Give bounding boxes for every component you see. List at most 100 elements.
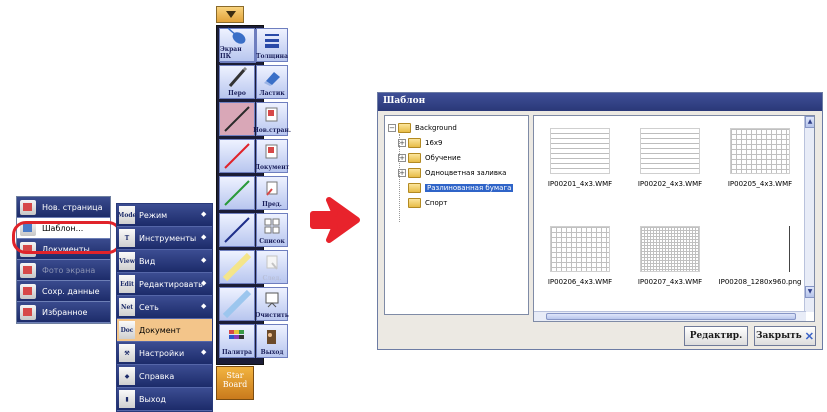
- tree-item-label: Спорт: [425, 198, 448, 207]
- menu-item-view[interactable]: View Вид ◆: [117, 250, 212, 273]
- tool-eraser[interactable]: Ластик: [256, 65, 288, 99]
- help-icon: ◆: [119, 367, 135, 385]
- edit-icon: Edit: [119, 275, 135, 293]
- tree-item-background[interactable]: − Background: [388, 120, 525, 135]
- tool-label: Палитра: [221, 349, 253, 356]
- thumbnail-image: [730, 128, 790, 174]
- tool-pen-red[interactable]: [219, 139, 255, 173]
- thumbnail-item[interactable]: IP00202_4x3.WMF: [626, 128, 714, 188]
- menu-item-label: Настройки: [139, 348, 185, 358]
- tool-label: Толщина: [256, 53, 288, 60]
- tool-pen[interactable]: Перо: [219, 65, 255, 99]
- tree-item-lined-paper[interactable]: Разлинованная бумага: [388, 180, 525, 195]
- thumbnail-item[interactable]: IP00205_4x3.WMF: [716, 128, 804, 188]
- thumbnail-image: [640, 226, 700, 272]
- submenu-arrow-icon: ◆: [201, 348, 207, 356]
- thumbnail-image: [550, 128, 610, 174]
- tool-pen-green[interactable]: [219, 176, 255, 210]
- exit-door-icon: ▮: [119, 390, 135, 408]
- folder-icon: [408, 197, 421, 208]
- save-icon: [20, 283, 36, 299]
- thumbnail-filename: IP00205_4x3.WMF: [727, 180, 793, 188]
- edit-button[interactable]: Редактир.: [684, 326, 748, 346]
- diagonal-pen-dark-icon: [220, 103, 254, 134]
- thumbnail-item[interactable]: IP00207_4x3.WMF: [626, 226, 714, 286]
- close-button[interactable]: Закрыть ✕: [754, 326, 816, 346]
- tool-pc-screen[interactable]: Экран ПК: [219, 26, 255, 62]
- tool-document[interactable]: Документ: [255, 139, 289, 173]
- menu-item-mode[interactable]: Mode Режим ◆: [117, 204, 212, 227]
- tool-next: След.: [256, 250, 288, 284]
- menu-item-document[interactable]: Doc Документ: [117, 319, 212, 342]
- thumbnail-image: [730, 226, 790, 272]
- tool-palette[interactable]: Палитра: [219, 324, 255, 358]
- collapse-icon[interactable]: −: [388, 123, 396, 132]
- submenu-item-label: Фото экрана: [42, 265, 96, 275]
- tree-item-label: Обучение: [425, 153, 461, 162]
- menu-item-label: Режим: [139, 210, 168, 220]
- vertical-scrollbar[interactable]: ▲ ▼: [804, 116, 814, 312]
- thickness-icon: [257, 29, 287, 53]
- thumbnail-item[interactable]: IP00208_1280x960.png: [716, 226, 804, 286]
- tool-exit[interactable]: Выход: [256, 324, 288, 358]
- tool-label: Экран ПК: [220, 46, 242, 60]
- starboard-button[interactable]: Star Board: [216, 366, 254, 400]
- thumbnail-item[interactable]: IP00201_4x3.WMF: [536, 128, 624, 188]
- menu-item-label: Инструменты: [139, 233, 197, 243]
- scroll-down-icon[interactable]: ▼: [805, 286, 814, 298]
- tool-thickness[interactable]: Толщина: [256, 28, 288, 62]
- menu-item-exit[interactable]: ▮ Выход: [117, 388, 212, 411]
- menu-item-edit[interactable]: Edit Редактировать ◆: [117, 273, 212, 296]
- submenu-arrow-icon: ◆: [201, 279, 207, 287]
- thumbnail-item[interactable]: IP00206_4x3.WMF: [536, 226, 624, 286]
- mouse-icon: [220, 26, 254, 46]
- submenu-item-favorites[interactable]: Избранное: [17, 302, 110, 323]
- diagonal-pen-blue-icon: [220, 214, 254, 245]
- tree-item-16x9[interactable]: + 16x9: [388, 135, 525, 150]
- tool-pen-blue[interactable]: [219, 213, 255, 247]
- menu-item-label: Вид: [139, 256, 156, 266]
- tree-item-label: 16x9: [425, 138, 443, 147]
- tools-icon: T: [119, 229, 135, 247]
- menu-item-help[interactable]: ◆ Справка: [117, 365, 212, 388]
- menu-item-settings[interactable]: ⚒ Настройки ◆: [117, 342, 212, 365]
- tree-item-education[interactable]: + Обучение: [388, 150, 525, 165]
- tool-highlighter-blue[interactable]: [219, 287, 255, 321]
- diagonal-pen-green-icon: [220, 177, 254, 208]
- menu-item-tools[interactable]: T Инструменты ◆: [117, 227, 212, 250]
- tool-highlighter-yellow[interactable]: [219, 250, 255, 284]
- main-menu: Mode Режим ◆ T Инструменты ◆ View Вид ◆ …: [116, 203, 213, 412]
- close-button-label: Закрыть: [755, 331, 802, 341]
- tool-clear[interactable]: Очистить: [255, 287, 289, 321]
- submenu-item-label: Сохр. данные: [42, 286, 100, 296]
- tool-pen-pink[interactable]: [219, 102, 255, 136]
- edit-button-label: Редактир.: [689, 331, 743, 341]
- submenu-arrow-icon: ◆: [201, 233, 207, 241]
- menu-item-label: Документ: [139, 325, 181, 335]
- previous-page-icon: [257, 177, 287, 201]
- network-icon: Net: [119, 298, 135, 316]
- submenu-item-new-page[interactable]: Нов. страница: [17, 197, 110, 218]
- scroll-up-icon[interactable]: ▲: [805, 116, 814, 128]
- tree-item-label: Одноцветная заливка: [425, 168, 507, 177]
- thumbnail-image: [550, 226, 610, 272]
- submenu-item-label: Избранное: [42, 307, 88, 317]
- tree-item-label: Background: [415, 123, 457, 132]
- tool-previous[interactable]: Пред.: [256, 176, 288, 210]
- tool-list[interactable]: Список: [256, 213, 288, 247]
- submenu-item-screen-photo: Фото экрана: [17, 260, 110, 281]
- thumbnail-filename: IP00201_4x3.WMF: [547, 180, 613, 188]
- tool-new-page[interactable]: Нов.стран.: [253, 102, 291, 136]
- scrollbar-thumb[interactable]: [546, 313, 796, 320]
- right-arrow-icon: [310, 197, 360, 243]
- template-folder-tree: − Background + 16x9 + Обучение + Одноцве…: [384, 115, 529, 315]
- tree-item-solid-fill[interactable]: + Одноцветная заливка: [388, 165, 525, 180]
- tool-label: Ластик: [259, 90, 285, 97]
- mode-icon: Mode: [118, 206, 136, 224]
- toolbar-collapse-button[interactable]: [216, 6, 244, 23]
- tool-label: Очистить: [255, 312, 289, 319]
- menu-item-network[interactable]: Net Сеть ◆: [117, 296, 212, 319]
- submenu-item-save-data[interactable]: Сохр. данные: [17, 281, 110, 302]
- tree-item-sport[interactable]: Спорт: [388, 195, 525, 210]
- horizontal-scrollbar[interactable]: [534, 311, 806, 321]
